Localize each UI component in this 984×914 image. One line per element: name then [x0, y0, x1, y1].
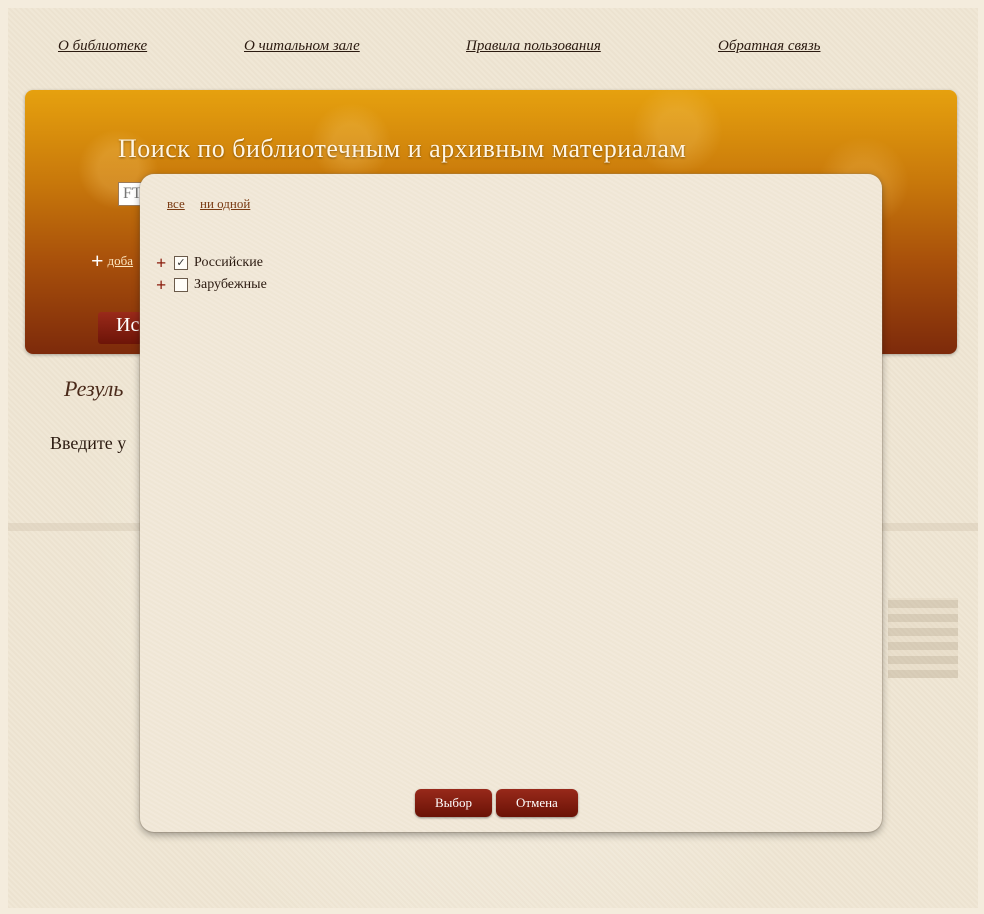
tree-item-foreign: + Зарубежные	[156, 274, 267, 296]
add-field-link[interactable]: + доба	[91, 248, 133, 274]
expand-plus-icon[interactable]: +	[156, 275, 174, 296]
background-books	[888, 598, 958, 678]
nav-reading-room[interactable]: О читальном зале	[244, 38, 360, 55]
nav-about-library[interactable]: О библиотеке	[58, 38, 147, 55]
source-tree: + ✓ Российские + Зарубежные	[156, 252, 267, 296]
plus-icon: +	[91, 248, 104, 273]
nav-usage-rules[interactable]: Правила пользования	[466, 38, 601, 55]
tree-item-label: Российские	[194, 255, 263, 270]
source-selection-dialog: все ни одной + ✓ Российские + Зарубежные…	[140, 174, 882, 832]
select-none-link[interactable]: ни одной	[200, 196, 250, 211]
select-button[interactable]: Выбор	[415, 789, 493, 817]
tree-item-russian: + ✓ Российские	[156, 252, 267, 274]
dialog-buttons: Выбор Отмена	[415, 789, 582, 817]
add-field-label: доба	[107, 253, 134, 268]
results-intro-text: Введите у	[50, 433, 127, 453]
checkbox-russian[interactable]: ✓	[174, 256, 188, 270]
selection-links: все ни одной	[167, 196, 262, 212]
select-all-link[interactable]: все	[167, 196, 185, 211]
cancel-button[interactable]: Отмена	[496, 789, 578, 817]
results-heading: Резуль	[64, 376, 124, 401]
nav-feedback[interactable]: Обратная связь	[718, 38, 821, 55]
tree-item-label: Зарубежные	[194, 277, 267, 292]
expand-plus-icon[interactable]: +	[156, 253, 174, 274]
checkbox-foreign[interactable]	[174, 278, 188, 292]
banner-title: Поиск по библиотечным и архивным материа…	[118, 134, 687, 163]
